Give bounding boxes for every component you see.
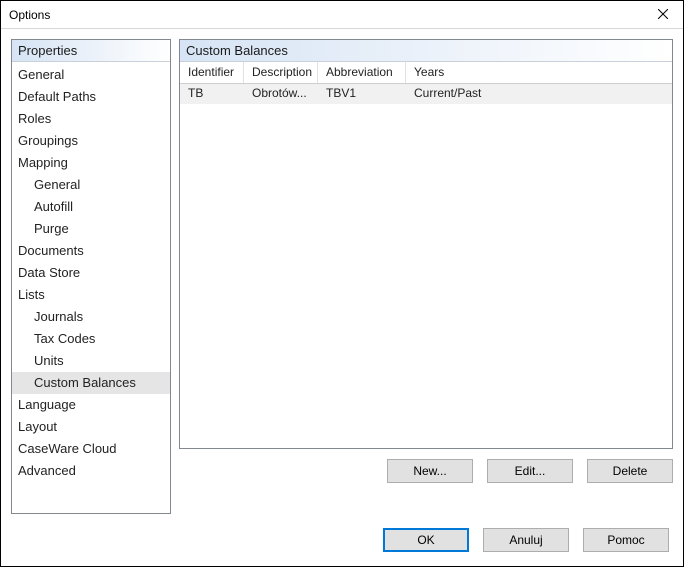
close-button[interactable] [643, 1, 683, 29]
help-button[interactable]: Pomoc [583, 528, 669, 552]
sidebar: Properties General Default Paths Roles G… [11, 39, 171, 514]
options-dialog: Options Properties General Default Paths… [0, 0, 684, 567]
sidebar-item-data-store[interactable]: Data Store [12, 262, 170, 284]
cell-abbreviation: TBV1 [318, 84, 406, 104]
cell-years: Current/Past [406, 84, 672, 104]
sidebar-item-documents[interactable]: Documents [12, 240, 170, 262]
sidebar-item-caseware-cloud[interactable]: CaseWare Cloud [12, 438, 170, 460]
sidebar-item-advanced[interactable]: Advanced [12, 460, 170, 482]
sidebar-item-custom-balances[interactable]: Custom Balances [12, 372, 170, 394]
titlebar: Options [1, 1, 683, 29]
col-description[interactable]: Description [244, 62, 318, 83]
main-panel: Custom Balances Identifier Description A… [179, 39, 673, 449]
cell-description: Obrotów... [244, 84, 318, 104]
sidebar-item-groupings[interactable]: Groupings [12, 130, 170, 152]
sidebar-item-default-paths[interactable]: Default Paths [12, 86, 170, 108]
sidebar-tree: General Default Paths Roles Groupings Ma… [12, 62, 170, 513]
close-icon [658, 8, 668, 22]
col-identifier[interactable]: Identifier [180, 62, 244, 83]
sidebar-item-mapping[interactable]: Mapping [12, 152, 170, 174]
sidebar-item-layout[interactable]: Layout [12, 416, 170, 438]
ok-button[interactable]: OK [383, 528, 469, 552]
edit-button[interactable]: Edit... [487, 459, 573, 483]
sidebar-header: Properties [12, 40, 170, 62]
footer: OK Anuluj Pomoc [1, 514, 683, 566]
cell-identifier: TB [180, 84, 244, 104]
sidebar-item-units[interactable]: Units [12, 350, 170, 372]
table-row[interactable]: TB Obrotów... TBV1 Current/Past [180, 84, 672, 104]
main-header: Custom Balances [180, 40, 672, 62]
cancel-button[interactable]: Anuluj [483, 528, 569, 552]
sidebar-item-general[interactable]: General [12, 64, 170, 86]
grid-header: Identifier Description Abbreviation Year… [180, 62, 672, 84]
sidebar-item-purge[interactable]: Purge [12, 218, 170, 240]
window-title: Options [9, 8, 50, 22]
new-button[interactable]: New... [387, 459, 473, 483]
grid: Identifier Description Abbreviation Year… [180, 62, 672, 448]
sidebar-item-autofill[interactable]: Autofill [12, 196, 170, 218]
sidebar-item-tax-codes[interactable]: Tax Codes [12, 328, 170, 350]
sidebar-item-mapping-general[interactable]: General [12, 174, 170, 196]
main-area: Custom Balances Identifier Description A… [179, 39, 673, 514]
dialog-body: Properties General Default Paths Roles G… [1, 29, 683, 514]
delete-button[interactable]: Delete [587, 459, 673, 483]
col-abbreviation[interactable]: Abbreviation [318, 62, 406, 83]
sidebar-item-journals[interactable]: Journals [12, 306, 170, 328]
sidebar-item-lists[interactable]: Lists [12, 284, 170, 306]
action-row: New... Edit... Delete [179, 449, 673, 483]
sidebar-item-roles[interactable]: Roles [12, 108, 170, 130]
sidebar-item-language[interactable]: Language [12, 394, 170, 416]
col-years[interactable]: Years [406, 62, 672, 83]
